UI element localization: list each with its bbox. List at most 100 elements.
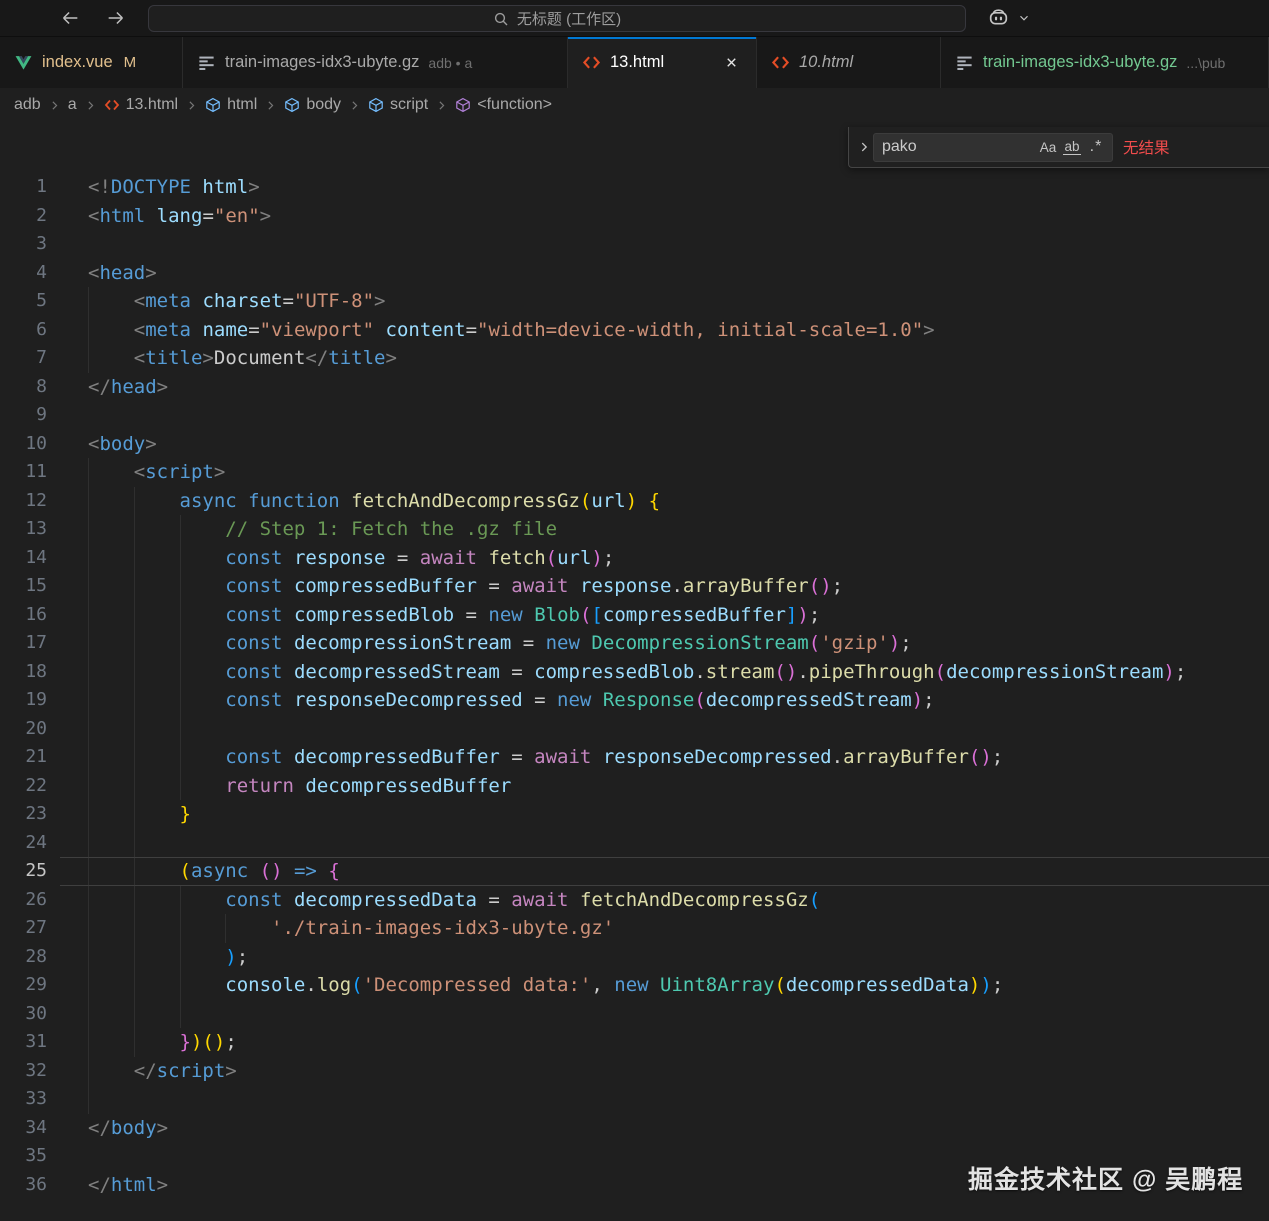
code-line[interactable]: 4 <head> bbox=[0, 259, 1269, 288]
line-number[interactable]: 15 bbox=[0, 572, 60, 601]
line-number[interactable]: 18 bbox=[0, 658, 60, 687]
line-number[interactable]: 34 bbox=[0, 1114, 60, 1143]
tab-13.html[interactable]: 13.html bbox=[568, 37, 757, 88]
line-content[interactable]: </script> bbox=[88, 1057, 1269, 1086]
line-number[interactable]: 17 bbox=[0, 629, 60, 658]
line-content[interactable]: // Step 1: Fetch the .gz file bbox=[88, 515, 1269, 544]
code-line[interactable]: 13 // Step 1: Fetch the .gz file bbox=[0, 515, 1269, 544]
line-number[interactable]: 35 bbox=[0, 1142, 60, 1171]
code-line[interactable]: 12 async function fetchAndDecompressGz(u… bbox=[0, 487, 1269, 516]
code-line[interactable]: 6 <meta name="viewport" content="width=d… bbox=[0, 316, 1269, 345]
line-content[interactable]: </body> bbox=[88, 1114, 1269, 1143]
code-line[interactable]: 34 </body> bbox=[0, 1114, 1269, 1143]
line-number[interactable]: 19 bbox=[0, 686, 60, 715]
line-content[interactable] bbox=[88, 1000, 1269, 1029]
line-number[interactable]: 29 bbox=[0, 971, 60, 1000]
line-number[interactable]: 8 bbox=[0, 373, 60, 402]
line-content[interactable]: </head> bbox=[88, 373, 1269, 402]
code-line[interactable]: 30 bbox=[0, 1000, 1269, 1029]
breadcrumb-item-function[interactable]: <function> bbox=[455, 96, 552, 114]
line-content[interactable]: './train-images-idx3-ubyte.gz' bbox=[88, 914, 1269, 943]
line-content[interactable]: <body> bbox=[88, 430, 1269, 459]
line-content[interactable]: <meta name="viewport" content="width=dev… bbox=[88, 316, 1269, 345]
code-line[interactable]: 11 <script> bbox=[0, 458, 1269, 487]
line-content[interactable]: (async () => { bbox=[88, 857, 1269, 886]
breadcrumb-item-adb[interactable]: adb bbox=[14, 96, 41, 114]
line-content[interactable]: <!DOCTYPE html> bbox=[88, 173, 1269, 202]
tab-train-images-idx3-ubyte.gz[interactable]: train-images-idx3-ubyte.gzadb • a bbox=[183, 37, 568, 88]
line-content[interactable]: <script> bbox=[88, 458, 1269, 487]
code-line[interactable]: 21 const decompressedBuffer = await resp… bbox=[0, 743, 1269, 772]
code-line[interactable]: 22 return decompressedBuffer bbox=[0, 772, 1269, 801]
line-content[interactable]: <title>Document</title> bbox=[88, 344, 1269, 373]
line-number[interactable]: 4 bbox=[0, 259, 60, 288]
code-line[interactable]: 3 bbox=[0, 230, 1269, 259]
line-number[interactable]: 16 bbox=[0, 601, 60, 630]
line-number[interactable]: 2 bbox=[0, 202, 60, 231]
code-line[interactable]: 9 bbox=[0, 401, 1269, 430]
line-number[interactable]: 10 bbox=[0, 430, 60, 459]
tab-index.vue[interactable]: index.vueM bbox=[0, 37, 183, 88]
line-number[interactable]: 24 bbox=[0, 829, 60, 858]
code-line[interactable]: 15 const compressedBuffer = await respon… bbox=[0, 572, 1269, 601]
code-line[interactable]: 29 console.log('Decompressed data:', new… bbox=[0, 971, 1269, 1000]
code-line[interactable]: 2<html lang="en"> bbox=[0, 202, 1269, 231]
regex-toggle[interactable]: .* bbox=[1084, 135, 1108, 159]
line-number[interactable]: 23 bbox=[0, 800, 60, 829]
line-number[interactable]: 12 bbox=[0, 487, 60, 516]
breadcrumb-item-body[interactable]: body bbox=[284, 96, 341, 114]
code-line[interactable]: 26 const decompressedData = await fetchA… bbox=[0, 886, 1269, 915]
code-line[interactable]: 7 <title>Document</title> bbox=[0, 344, 1269, 373]
code-line[interactable]: 8 </head> bbox=[0, 373, 1269, 402]
code-line[interactable]: 31 })(); bbox=[0, 1028, 1269, 1057]
code-line[interactable]: 24 bbox=[0, 829, 1269, 858]
line-content[interactable]: const decompressedData = await fetchAndD… bbox=[88, 886, 1269, 915]
code-line[interactable]: 19 const responseDecompressed = new Resp… bbox=[0, 686, 1269, 715]
line-content[interactable]: ); bbox=[88, 943, 1269, 972]
line-content[interactable] bbox=[88, 1085, 1269, 1114]
line-number[interactable]: 20 bbox=[0, 715, 60, 744]
line-number[interactable]: 25 bbox=[0, 857, 60, 886]
code-line[interactable]: 14 const response = await fetch(url); bbox=[0, 544, 1269, 573]
line-number[interactable]: 21 bbox=[0, 743, 60, 772]
nav-back-button[interactable] bbox=[58, 6, 82, 30]
line-content[interactable]: const response = await fetch(url); bbox=[88, 544, 1269, 573]
code-line[interactable]: 17 const decompressionStream = new Decom… bbox=[0, 629, 1269, 658]
match-case-toggle[interactable]: Aa bbox=[1036, 135, 1060, 159]
line-number[interactable]: 3 bbox=[0, 230, 60, 259]
whole-word-toggle[interactable]: ab bbox=[1060, 135, 1084, 159]
line-content[interactable] bbox=[88, 715, 1269, 744]
line-content[interactable] bbox=[88, 401, 1269, 430]
close-icon[interactable] bbox=[720, 52, 742, 74]
line-number[interactable]: 36 bbox=[0, 1171, 60, 1200]
code-line[interactable]: 23 } bbox=[0, 800, 1269, 829]
tab-10.html[interactable]: 10.html bbox=[757, 37, 941, 88]
code-line[interactable]: 10 <body> bbox=[0, 430, 1269, 459]
command-center-search[interactable]: 无标题 (工作区) bbox=[148, 5, 966, 32]
line-content[interactable]: } bbox=[88, 800, 1269, 829]
code-line[interactable]: 28 ); bbox=[0, 943, 1269, 972]
line-number[interactable]: 1 bbox=[0, 173, 60, 202]
line-number[interactable]: 9 bbox=[0, 401, 60, 430]
tab-train-images-idx3-ubyte.gz[interactable]: train-images-idx3-ubyte.gz...\pub bbox=[941, 37, 1269, 88]
code-line[interactable]: 18 const decompressedStream = compressed… bbox=[0, 658, 1269, 687]
copilot-menu[interactable] bbox=[986, 4, 1031, 32]
code-line[interactable]: 5 <meta charset="UTF-8"> bbox=[0, 287, 1269, 316]
line-content[interactable]: async function fetchAndDecompressGz(url)… bbox=[88, 487, 1269, 516]
find-input[interactable] bbox=[882, 138, 1036, 156]
breadcrumb-item-13.html[interactable]: 13.html bbox=[104, 96, 178, 114]
line-content[interactable] bbox=[88, 230, 1269, 259]
toggle-replace-button[interactable] bbox=[855, 131, 873, 163]
line-number[interactable]: 32 bbox=[0, 1057, 60, 1086]
nav-forward-button[interactable] bbox=[104, 6, 128, 30]
line-content[interactable]: <head> bbox=[88, 259, 1269, 288]
line-content[interactable]: console.log('Decompressed data:', new Ui… bbox=[88, 971, 1269, 1000]
code-line[interactable]: 27 './train-images-idx3-ubyte.gz' bbox=[0, 914, 1269, 943]
line-number[interactable]: 13 bbox=[0, 515, 60, 544]
code-editor[interactable]: Aaab.* 无结果 1<!DOCTYPE html>2<html lang="… bbox=[0, 122, 1269, 1221]
line-content[interactable]: const compressedBuffer = await response.… bbox=[88, 572, 1269, 601]
line-number[interactable]: 33 bbox=[0, 1085, 60, 1114]
line-content[interactable]: const compressedBlob = new Blob([compres… bbox=[88, 601, 1269, 630]
line-content[interactable]: const responseDecompressed = new Respons… bbox=[88, 686, 1269, 715]
code-line[interactable]: 20 bbox=[0, 715, 1269, 744]
